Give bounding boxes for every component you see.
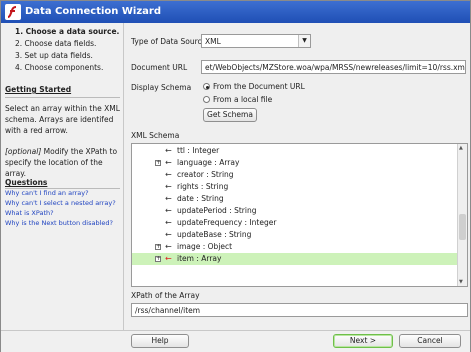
tree-node[interactable]: ← date : String [132,193,458,205]
tree-node-label: updateBase : String [177,230,252,239]
field-arrow-icon: ← [165,182,172,191]
step-choose-components: 4. Choose components. [15,63,104,72]
get-schema-button[interactable]: Get Schema [203,108,257,122]
tree-node-label: item : Array [177,254,222,263]
questions-heading: Questions [5,178,48,187]
tree-node[interactable]: + ← item : Array [132,253,458,265]
wizard-window: Data Connection Wizard 1. Choose a data … [0,0,471,352]
tree-node-label: language : Array [177,158,240,167]
cancel-button[interactable]: Cancel [399,334,461,348]
xpath-value: /rss/channel/item [135,306,201,315]
document-url-value: et/WebObjects/MZStore.woa/wpa/MRSS/newre… [205,63,466,72]
field-arrow-icon: ← [165,242,172,251]
tree-node[interactable]: + ← language : Array [132,157,458,169]
tree-node[interactable]: ← creator : String [132,169,458,181]
main-panel: Type of Data Source XML ▼ Document URL e… [125,23,470,330]
step-choose-data-source: 1. Choose a data source. [15,27,120,36]
footer-bar: Help Next > Cancel [1,330,470,352]
field-arrow-icon: ← [165,230,172,239]
tree-node[interactable]: ← updateFrequency : Integer [132,217,458,229]
radio-unselected-icon[interactable] [203,96,210,103]
radio-from-document-url[interactable]: From the Document URL [203,82,305,91]
link-cant-find-array[interactable]: Why can't I find an array? [5,189,89,197]
step-set-up-data-fields: 3. Set up data fields. [15,51,93,60]
radio-from-local-file[interactable]: From a local file [203,95,272,104]
field-arrow-icon: ← [165,158,172,167]
document-url-field[interactable]: et/WebObjects/MZStore.woa/wpa/MRSS/newre… [201,60,466,74]
display-schema-label: Display Schema [131,83,192,92]
tree-node-label: ttl : Integer [177,146,220,155]
divider [5,97,120,98]
field-arrow-icon: ← [165,218,172,227]
link-cant-select-nested-array[interactable]: Why can't I select a nested array? [5,199,116,207]
tree-node-label: updatePeriod : String [177,206,257,215]
title-bar: Data Connection Wizard [1,1,470,23]
tree-node[interactable]: ← rights : String [132,181,458,193]
array-arrow-icon: ← [165,254,172,263]
xml-schema-label: XML Schema [131,131,180,140]
tree-node-label: creator : String [177,170,234,179]
expand-icon[interactable]: + [155,256,161,262]
expand-icon[interactable]: + [155,160,161,166]
step-choose-data-fields: 2. Choose data fields. [15,39,97,48]
window-title: Data Connection Wizard [25,6,162,17]
xml-schema-tree[interactable]: ← ttl : Integer + ← language : Array ← creator… [131,143,468,287]
expand-icon[interactable]: + [155,244,161,250]
tree-node-label: date : String [177,194,224,203]
link-next-disabled[interactable]: Why is the Next button disabled? [5,219,113,227]
getting-started-heading: Getting Started [5,85,72,94]
tree-node[interactable]: + ← image : Object [132,241,458,253]
scroll-up-icon[interactable]: ▲ [459,145,463,151]
radio-from-document-url-label: From the Document URL [213,82,305,91]
radio-from-local-file-label: From a local file [213,95,273,104]
xpath-field[interactable]: /rss/channel/item [131,303,468,317]
data-source-select[interactable]: XML ▼ [201,34,311,48]
tree-node-label: image : Object [177,242,233,251]
sidebar: 1. Choose a data source. 2. Choose data … [1,23,124,352]
field-arrow-icon: ← [165,146,172,155]
xpath-label: XPath of the Array [131,291,200,300]
scroll-down-icon[interactable]: ▼ [459,279,463,285]
optional-xpath-text: [optional] Modify the XPath to specify t… [5,146,120,179]
data-source-value: XML [205,37,221,46]
next-button[interactable]: Next > [333,334,393,348]
help-button[interactable]: Help [131,334,189,348]
type-of-data-source-label: Type of Data Source [131,37,207,46]
tree-scrollbar[interactable]: ▲ ▼ [457,144,467,286]
getting-started-text: Select an array within the XML schema. A… [5,104,120,135]
field-arrow-icon: ← [165,170,172,179]
link-what-is-xpath[interactable]: What is XPath? [5,209,54,217]
tree-node[interactable]: ← updatePeriod : String [132,205,458,217]
radio-selected-icon[interactable] [203,83,210,90]
tree-node-label: updateFrequency : Integer [177,218,277,227]
field-arrow-icon: ← [165,194,172,203]
chevron-down-icon[interactable]: ▼ [298,35,310,47]
field-arrow-icon: ← [165,206,172,215]
document-url-label: Document URL [131,63,188,72]
optional-tag: [optional] [5,147,42,156]
tree-node[interactable]: ← ttl : Integer [132,145,458,157]
scrollbar-thumb[interactable] [459,214,466,240]
steps-list: 1. Choose a data source. 2. Choose data … [1,26,124,74]
tree-node-label: rights : String [177,182,229,191]
flash-logo-icon [5,4,21,20]
tree-node[interactable]: ← updateBase : String [132,229,458,241]
